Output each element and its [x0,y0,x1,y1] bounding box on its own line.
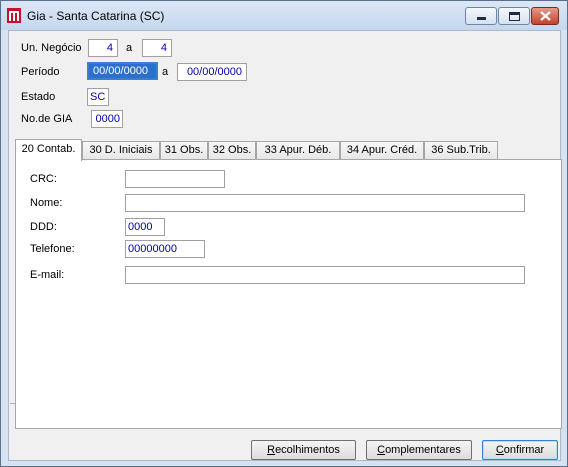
telefone-field[interactable]: 00000000 [125,240,205,258]
un-negocio-separator: a [126,42,133,54]
tab-31-obs[interactable]: 31 Obs. [160,141,208,160]
tab-36-sub-trib[interactable]: 36 Sub.Trib. [424,141,498,160]
app-logo-icon [7,8,21,23]
recolhimentos-button[interactable]: Recolhimentos [251,440,356,460]
close-button[interactable] [531,7,559,25]
periodo-from-field[interactable]: 00/00/0000 [87,62,158,80]
crc-field[interactable] [125,170,225,188]
periodo-to-field[interactable]: 00/00/0000 [177,63,247,81]
window-title: Gia - Santa Catarina (SC) [27,9,165,23]
email-field[interactable] [125,266,525,284]
estado-label: Estado [21,91,56,103]
maximize-icon [509,12,520,21]
maximize-button[interactable] [498,7,530,25]
ddd-label: DDD: [30,221,57,233]
periodo-label: Período [21,66,60,78]
nome-field[interactable] [125,194,525,212]
tab-30-d-iniciais[interactable]: 30 D. Iniciais [82,141,160,160]
close-icon [540,11,551,21]
tab-33-apur-deb[interactable]: 33 Apur. Déb. [256,141,340,160]
nogia-label: No.de GIA [21,113,73,125]
telefone-label: Telefone: [30,243,75,255]
un-negocio-to-field[interactable]: 4 [142,39,172,57]
gia-window: Gia - Santa Catarina (SC) Un. Negócio 4 … [0,0,568,467]
tab-34-apur-cred[interactable]: 34 Apur. Créd. [340,141,424,160]
tab-32-obs[interactable]: 32 Obs. [208,141,256,160]
dialog-body: Un. Negócio 4 a 4 Período 00/00/0000 a 0… [8,30,562,461]
minimize-button[interactable] [465,7,497,25]
un-negocio-label: Un. Negócio [21,42,82,54]
tab-20-contab[interactable]: 20 Contab. [15,139,82,161]
un-negocio-from-field[interactable]: 4 [88,39,118,57]
nogia-field[interactable]: 0000 [91,110,123,128]
email-label: E-mail: [30,269,65,281]
title-bar[interactable]: Gia - Santa Catarina (SC) [1,1,567,30]
nome-label: Nome: [30,197,63,209]
periodo-separator: a [162,66,169,78]
confirmar-button[interactable]: Confirmar [482,440,558,460]
ddd-field[interactable]: 0000 [125,218,165,236]
contab-tab-panel: CRC: Nome: DDD: 0000 Telefone: 00000000 … [15,159,562,429]
crc-label: CRC: [30,173,57,185]
complementares-button[interactable]: Complementares [366,440,472,460]
left-edge-divider [10,403,16,404]
minimize-icon [477,17,486,20]
estado-field[interactable]: SC [87,88,109,106]
